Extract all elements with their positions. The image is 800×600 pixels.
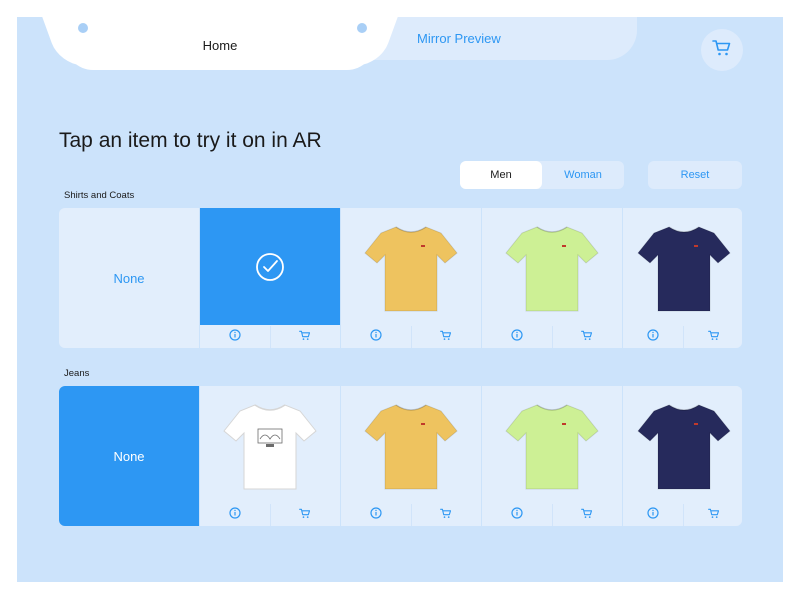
men-button[interactable]: Men xyxy=(460,161,542,189)
section-title-shirts: Shirts and Coats xyxy=(64,190,135,201)
add-to-cart-button[interactable] xyxy=(270,504,340,526)
product-card xyxy=(341,208,481,348)
product-image[interactable] xyxy=(482,386,622,503)
product-image[interactable] xyxy=(623,208,742,325)
woman-button[interactable]: Woman xyxy=(542,161,624,189)
tshirt-icon xyxy=(502,217,602,317)
tshirt-icon xyxy=(361,395,461,495)
cart-button[interactable] xyxy=(701,29,743,71)
tab-home[interactable]: Home xyxy=(65,17,375,70)
gender-toggle: Men Woman xyxy=(460,161,624,189)
add-to-cart-button[interactable] xyxy=(684,326,742,348)
product-actions xyxy=(200,326,340,348)
product-actions xyxy=(341,326,481,348)
row-jeans: None xyxy=(59,386,742,526)
product-card xyxy=(482,386,622,526)
tab-dot-left xyxy=(78,23,88,33)
info-icon xyxy=(229,328,241,346)
info-icon xyxy=(229,506,241,524)
product-image-selected[interactable] xyxy=(200,208,340,325)
cart-icon xyxy=(581,506,593,524)
product-actions xyxy=(482,326,622,348)
product-image[interactable] xyxy=(341,386,481,503)
checkmark-icon xyxy=(253,250,287,284)
add-to-cart-button[interactable] xyxy=(684,504,742,526)
page-title: Tap an item to try it on in AR xyxy=(59,129,322,152)
info-button[interactable] xyxy=(623,326,683,348)
product-actions xyxy=(200,504,340,526)
product-card xyxy=(341,386,481,526)
cart-icon xyxy=(712,39,732,62)
cart-icon xyxy=(708,328,720,346)
tshirt-icon xyxy=(361,217,461,317)
cart-icon xyxy=(299,506,311,524)
info-button[interactable] xyxy=(341,504,411,526)
cart-icon xyxy=(708,506,720,524)
cart-icon xyxy=(440,506,452,524)
app-frame: Mirror Preview Home Tap an item to try i… xyxy=(17,17,783,582)
tab-home-label: Home xyxy=(202,38,238,53)
row-shirts: None xyxy=(59,208,742,348)
product-actions xyxy=(482,504,622,526)
tab-mirror-preview-label: Mirror Preview xyxy=(417,31,501,46)
info-button[interactable] xyxy=(482,504,552,526)
product-actions xyxy=(623,326,742,348)
add-to-cart-button[interactable] xyxy=(552,326,622,348)
add-to-cart-button[interactable] xyxy=(552,504,622,526)
tab-dot-right xyxy=(357,23,367,33)
none-option[interactable]: None xyxy=(59,208,199,348)
info-icon xyxy=(647,328,659,346)
info-button[interactable] xyxy=(341,326,411,348)
product-image[interactable] xyxy=(482,208,622,325)
product-card xyxy=(482,208,622,348)
tshirt-icon xyxy=(220,395,320,495)
cart-icon xyxy=(440,328,452,346)
product-actions xyxy=(623,504,742,526)
product-card xyxy=(623,208,742,348)
info-button[interactable] xyxy=(482,326,552,348)
info-button[interactable] xyxy=(200,326,270,348)
add-to-cart-button[interactable] xyxy=(411,504,481,526)
product-card xyxy=(200,208,340,348)
cart-icon xyxy=(299,328,311,346)
info-button[interactable] xyxy=(200,504,270,526)
product-image[interactable] xyxy=(341,208,481,325)
add-to-cart-button[interactable] xyxy=(270,326,340,348)
product-card xyxy=(623,386,742,526)
product-actions xyxy=(341,504,481,526)
add-to-cart-button[interactable] xyxy=(411,326,481,348)
product-image[interactable] xyxy=(623,386,742,503)
info-icon xyxy=(511,506,523,524)
tshirt-icon xyxy=(502,395,602,495)
info-icon xyxy=(647,506,659,524)
section-title-jeans: Jeans xyxy=(64,368,90,379)
info-icon xyxy=(370,506,382,524)
info-icon xyxy=(370,328,382,346)
product-image[interactable] xyxy=(200,386,340,503)
tshirt-icon xyxy=(634,217,734,317)
reset-button[interactable]: Reset xyxy=(648,161,742,189)
none-option[interactable]: None xyxy=(59,386,199,526)
tshirt-icon xyxy=(634,395,734,495)
cart-icon xyxy=(581,328,593,346)
info-button[interactable] xyxy=(623,504,683,526)
product-card xyxy=(200,386,340,526)
info-icon xyxy=(511,328,523,346)
